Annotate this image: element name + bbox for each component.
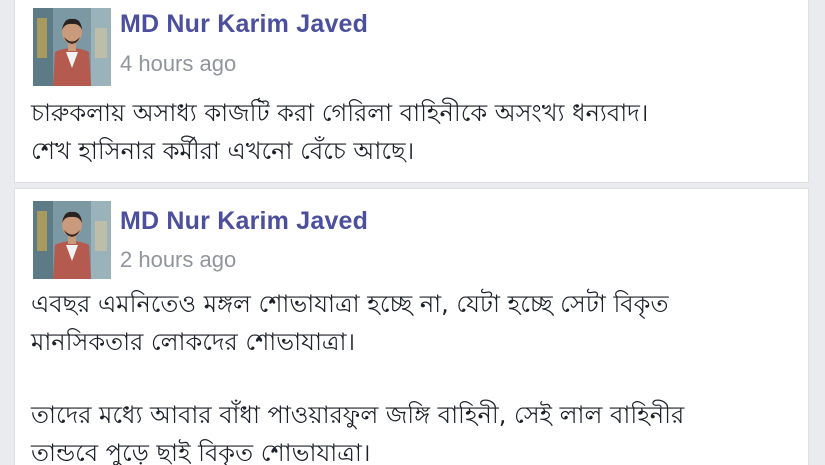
- post-text-line: এবছর এমনিতেও মঙ্গল শোভাযাত্রা হচ্ছে না, …: [31, 290, 669, 318]
- post-text-line: চারুকলায় অসাধ্য কাজটি করা গেরিলা বাহিনী…: [31, 99, 649, 127]
- post-timestamp[interactable]: 4 hours ago: [120, 51, 236, 77]
- post-text-line: তাদের মধ্যে আবার বাঁধা পাওয়ারফুল জঙ্গি …: [31, 401, 685, 429]
- author-name[interactable]: MD Nur Karim Javed: [120, 207, 368, 236]
- post-body: চারুকলায় অসাধ্য কাজটি করা গেরিলা বাহিনী…: [31, 94, 796, 170]
- post-timestamp[interactable]: 2 hours ago: [120, 247, 236, 273]
- news-feed: MD Nur Karim Javed 4 hours ago চারুকলায়…: [0, 0, 825, 465]
- profile-photo-icon: [33, 201, 111, 279]
- post-body: এবছর এমনিতেও মঙ্গল শোভাযাত্রা হচ্ছে না, …: [31, 285, 684, 465]
- profile-photo-icon: [33, 8, 111, 86]
- post-text-line: তান্ডবে পুড়ে ছাই বিকৃত শোভাযাত্রা।: [31, 439, 371, 465]
- feed-post: MD Nur Karim Javed 2 hours ago এবছর এমনি…: [14, 188, 809, 465]
- avatar[interactable]: [33, 8, 111, 86]
- post-text-line: মানসিকতার লোকদের শোভাযাত্রা।: [31, 328, 356, 356]
- avatar[interactable]: [33, 201, 111, 279]
- post-text-line: শেখ হাসিনার কর্মীরা এখনো বেঁচে আছে।: [31, 137, 415, 165]
- feed-post: MD Nur Karim Javed 4 hours ago চারুকলায়…: [14, 0, 809, 183]
- author-name[interactable]: MD Nur Karim Javed: [120, 10, 368, 39]
